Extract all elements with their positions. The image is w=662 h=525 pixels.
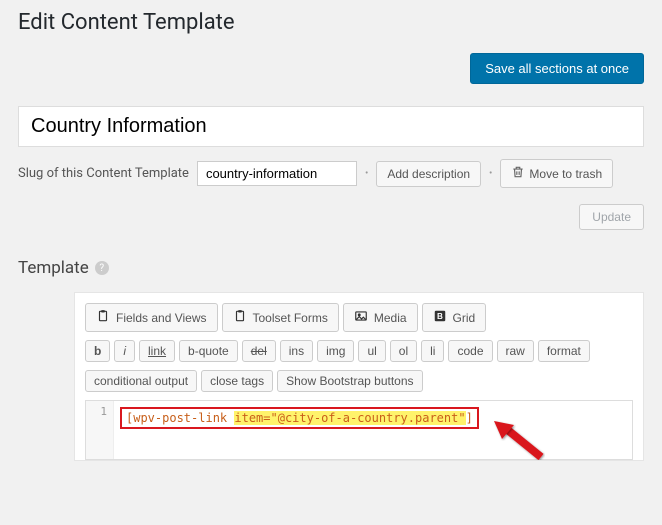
link-button[interactable]: link: [139, 340, 175, 362]
grid-button[interactable]: B Grid: [422, 303, 487, 332]
btn-label: Media: [374, 311, 407, 325]
editor-box: Fields and Views Toolset Forms Media B G…: [74, 292, 644, 461]
bold-button[interactable]: b: [85, 340, 110, 362]
clipboard-icon: [96, 309, 110, 326]
fields-and-views-button[interactable]: Fields and Views: [85, 303, 218, 332]
highlighted-shortcode: [wpv-post-link item="@city-of-a-country.…: [120, 407, 479, 429]
separator-dot: •: [489, 168, 492, 179]
save-all-button[interactable]: Save all sections at once: [470, 53, 644, 84]
code-line-1: [wpv-post-link item="@city-of-a-country.…: [86, 405, 632, 431]
top-actions-bar: Save all sections at once: [18, 53, 644, 84]
update-button[interactable]: Update: [579, 204, 644, 230]
add-description-button[interactable]: Add description: [376, 161, 481, 187]
toolbar-row-2: b i link b-quote del ins img ul ol li co…: [85, 340, 633, 362]
bold-b-icon: B: [433, 309, 447, 326]
media-button[interactable]: Media: [343, 303, 418, 332]
code-prefix: [wpv-post-link: [126, 411, 234, 425]
btn-label: Grid: [453, 311, 476, 325]
close-tags-button[interactable]: close tags: [201, 370, 273, 392]
raw-button[interactable]: raw: [497, 340, 534, 362]
move-to-trash-button[interactable]: Move to trash: [500, 159, 613, 188]
ul-button[interactable]: ul: [358, 340, 385, 362]
trash-label: Move to trash: [529, 167, 602, 181]
ol-button[interactable]: ol: [390, 340, 417, 362]
line-gutter: 1: [86, 401, 114, 459]
toolbar-row-1: Fields and Views Toolset Forms Media B G…: [85, 303, 633, 332]
code-editor[interactable]: 1 [wpv-post-link item="@city-of-a-countr…: [85, 400, 633, 460]
page-title: Edit Content Template: [18, 10, 644, 35]
italic-button[interactable]: i: [114, 340, 135, 362]
code-suffix: ]: [466, 411, 473, 425]
line-number: 1: [86, 401, 113, 418]
code-button[interactable]: code: [448, 340, 492, 362]
show-bootstrap-button[interactable]: Show Bootstrap buttons: [277, 370, 422, 392]
toolbar-row-3: conditional output close tags Show Boots…: [85, 370, 633, 392]
slug-row: Slug of this Content Template • Add desc…: [18, 159, 644, 188]
separator-dot: •: [365, 168, 368, 179]
template-label-text: Template: [18, 258, 89, 278]
ins-button[interactable]: ins: [280, 340, 313, 362]
clipboard-icon: [233, 309, 247, 326]
template-section-label: Template ?: [18, 258, 644, 278]
toolset-forms-button[interactable]: Toolset Forms: [222, 303, 339, 332]
help-icon[interactable]: ?: [95, 261, 109, 275]
btn-label: Toolset Forms: [253, 311, 328, 325]
btn-label: Fields and Views: [116, 311, 207, 325]
image-icon: [354, 309, 368, 326]
annotation-arrow-icon: [486, 419, 546, 464]
slug-input[interactable]: [197, 161, 357, 186]
conditional-output-button[interactable]: conditional output: [85, 370, 197, 392]
del-button[interactable]: del: [242, 340, 276, 362]
code-highlight: item="@city-of-a-country.parent": [234, 411, 465, 425]
li-button[interactable]: li: [421, 340, 444, 362]
slug-label: Slug of this Content Template: [18, 166, 189, 181]
svg-text:B: B: [437, 312, 443, 321]
template-title-input[interactable]: [18, 106, 644, 147]
update-row: Update: [18, 204, 644, 230]
bquote-button[interactable]: b-quote: [179, 340, 238, 362]
trash-icon: [511, 165, 525, 182]
format-button[interactable]: format: [538, 340, 590, 362]
img-button[interactable]: img: [317, 340, 354, 362]
